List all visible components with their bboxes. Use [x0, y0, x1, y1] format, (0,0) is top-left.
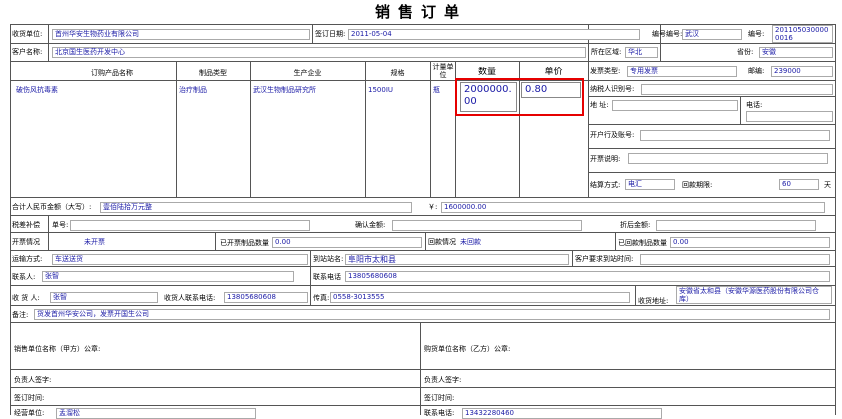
invoice-note-label: 开票说明:: [590, 155, 621, 163]
billed-qty-label: 已开票制品数量: [220, 239, 269, 247]
payterm-label: 回款期限:: [682, 181, 713, 189]
sign-date-field[interactable]: 2011-05-04: [348, 29, 640, 40]
billing-label: 开票情况: [12, 238, 40, 246]
region-field[interactable]: 华北: [625, 47, 658, 58]
date-a-label: 签订时间:: [14, 394, 45, 402]
bank-field[interactable]: [640, 130, 830, 141]
bottom-b-field[interactable]: 13432280460: [462, 408, 662, 419]
payment-status: 未回款: [460, 238, 481, 246]
yen-label: ￥:: [428, 203, 438, 211]
region-label: 所在区域:: [591, 48, 622, 56]
transport-field[interactable]: 车送送货: [52, 254, 308, 265]
sign-date-label: 签订日期:: [315, 30, 346, 38]
invoice-type-field[interactable]: 专用发票: [627, 66, 737, 77]
requirement-field[interactable]: [640, 254, 830, 265]
confirm-field[interactable]: [392, 220, 582, 231]
phone-label: 电话:: [746, 101, 763, 109]
buyer-stamp-label: 购货单位名称（乙方）公章:: [424, 345, 511, 353]
postcode-label: 邮编:: [748, 67, 765, 75]
fax-field[interactable]: 0558-3013555: [330, 292, 630, 303]
remark-label: 备注:: [12, 311, 29, 319]
order-no-label: 编号编号:: [652, 30, 683, 38]
address-label: 地 址:: [590, 101, 609, 109]
receiver-phone-label: 收货人联系电话:: [164, 294, 216, 302]
col-price-header: 单价: [544, 67, 563, 77]
requirement-label: 客户要求到站时间:: [575, 255, 634, 263]
paid-qty-field[interactable]: 0.00: [670, 237, 830, 248]
customer-label: 客户名称:: [12, 48, 43, 56]
tax-doc-label: 单号:: [52, 221, 69, 229]
total-label: 合计人民币金额（大写）:: [12, 203, 92, 211]
postcode-field[interactable]: 239000: [771, 66, 833, 77]
row-maker: 武汉生物制品研究所: [253, 86, 316, 94]
address-field[interactable]: [612, 100, 738, 111]
seller-stamp-label: 销售单位名称（甲方）公章:: [14, 345, 101, 353]
number-label: 编号:: [748, 30, 765, 38]
payterm-unit: 天: [824, 181, 831, 189]
total-yen-field[interactable]: 1600000.00: [441, 202, 825, 213]
table-border: [10, 24, 11, 415]
seller-field[interactable]: 首州华安生物药业有限公司: [52, 29, 310, 40]
invoice-note-field[interactable]: [628, 153, 828, 164]
confirm-label: 确认金额:: [355, 221, 386, 229]
discount-label: 折后金额:: [620, 221, 651, 229]
discount-field[interactable]: [656, 220, 816, 231]
col-category-header: 制品类型: [199, 69, 227, 77]
bottom-a-field[interactable]: 孟溜松: [56, 408, 256, 419]
arrival-field[interactable]: 阜阳市太和县: [345, 254, 569, 265]
bottom-a-label: 经营单位:: [14, 409, 45, 417]
col-maker-header: 生产企业: [293, 69, 322, 77]
row-unit: 瓶: [433, 86, 440, 94]
settle-field[interactable]: 电汇: [625, 179, 675, 190]
receiver-addr-field[interactable]: 安徽省太和县（安徽华源医药股份有限公司仓库）: [676, 286, 832, 304]
row-spec: 1500IU: [368, 86, 394, 94]
col-unit-header: 计量单位: [432, 63, 454, 79]
contact-label: 联系人:: [12, 273, 36, 281]
phone-field[interactable]: [746, 111, 833, 122]
seller-label: 收货单位:: [12, 30, 43, 38]
row-product: 破伤风抗毒素: [16, 86, 58, 94]
receiver-field[interactable]: 张智: [50, 292, 158, 303]
customer-field[interactable]: 北京国生医药开发中心: [52, 47, 586, 58]
page-title: 销售订单: [374, 3, 467, 21]
taxid-label: 纳税人识别号:: [590, 85, 635, 93]
table-border: [835, 24, 836, 415]
contact-field[interactable]: 张智: [42, 271, 294, 282]
fax-label: 传真:: [313, 294, 330, 302]
billed-qty-field[interactable]: 0.00: [272, 237, 422, 248]
transport-label: 运输方式:: [12, 255, 43, 263]
taxid-field[interactable]: [641, 84, 833, 95]
row-category: 治疗制品: [179, 86, 207, 94]
payterm-field[interactable]: 60: [779, 179, 819, 190]
highlight-box: [455, 78, 584, 116]
province-field[interactable]: 安徽: [759, 47, 833, 58]
province-label: 省份:: [737, 48, 754, 56]
col-product-header: 订购产品名称: [91, 69, 133, 77]
order-no-field[interactable]: 武汉: [682, 29, 742, 40]
paid-qty-label: 已回款制品数量: [618, 239, 667, 247]
receiver-phone-field[interactable]: 13805680608: [224, 292, 308, 303]
billing-status: 未开票: [84, 238, 105, 246]
invoice-type-label: 发票类型:: [590, 67, 621, 75]
signer-b-label: 负责人签字:: [424, 376, 462, 384]
settle-label: 结算方式:: [590, 181, 621, 189]
tax-doc-field[interactable]: [70, 220, 310, 231]
payment-label: 回款情况: [428, 238, 456, 246]
arrival-label: 到站站名:: [313, 255, 344, 263]
tax-label: 税差补偿: [12, 221, 40, 229]
date-b-label: 签订时间:: [424, 394, 455, 402]
receiver-addr-label: 收货地址:: [638, 297, 669, 305]
table-border: [10, 24, 836, 25]
total-caps-field[interactable]: 壹佰陆拾万元整: [100, 202, 412, 213]
number-field[interactable]: 2011050300000016: [772, 25, 833, 43]
bank-label: 开户行及账号:: [590, 131, 635, 139]
remark-field[interactable]: 货发首州华安公司，发票开国生公司: [34, 309, 830, 320]
receiver-label: 收 货 人:: [12, 294, 40, 302]
col-spec-header: 规格: [390, 69, 405, 77]
contact-phone-field[interactable]: 13805680608: [345, 271, 830, 282]
signer-a-label: 负责人签字:: [14, 376, 52, 384]
bottom-b-label: 联系电话:: [424, 409, 455, 417]
col-qty-header: 数量: [477, 67, 496, 77]
contact-phone-label: 联系电话: [313, 273, 341, 281]
